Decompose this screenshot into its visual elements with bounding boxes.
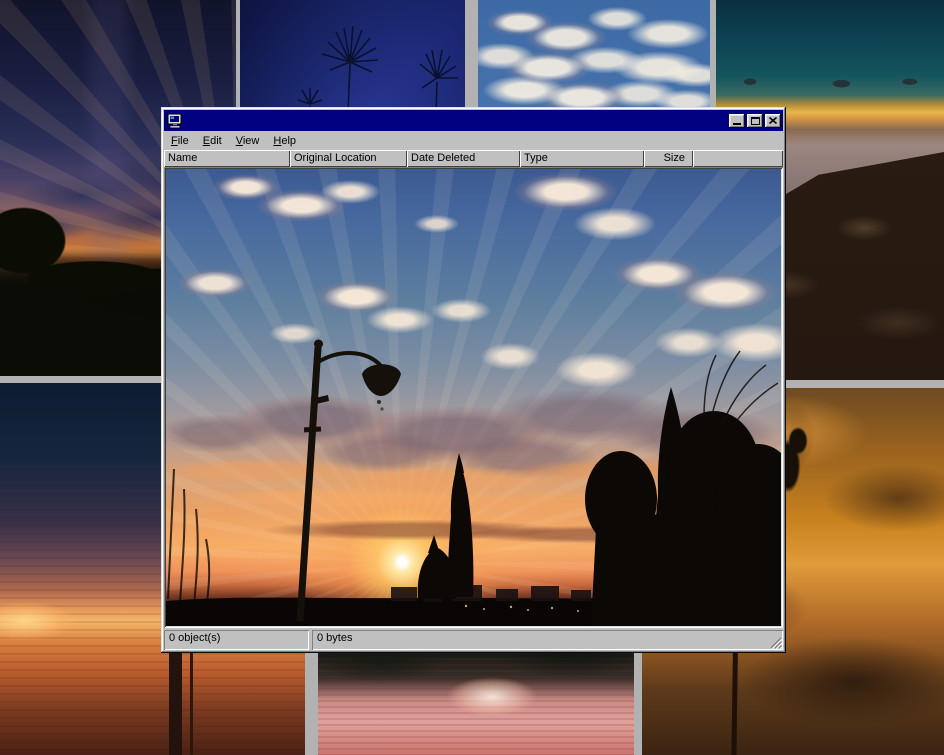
desktop: File Edit View Help Name Original Locati… (0, 0, 944, 755)
title-bar[interactable] (164, 110, 783, 131)
minimize-icon (733, 123, 741, 125)
list-header: Name Original Location Date Deleted Type… (164, 150, 783, 167)
cypress-silhouette (418, 453, 474, 599)
maximize-icon (751, 117, 760, 125)
column-header-date-deleted[interactable]: Date Deleted (407, 150, 520, 167)
street-lamp-silhouette (300, 340, 401, 622)
column-header-filler (693, 150, 783, 167)
menu-edit[interactable]: Edit (203, 135, 222, 147)
computer-icon[interactable] (167, 113, 183, 129)
minimize-button[interactable] (729, 114, 745, 128)
resize-grip[interactable] (769, 636, 782, 649)
status-object-count: 0 object(s) (164, 630, 309, 650)
sunset-lamp-photo (166, 169, 781, 626)
column-header-original-location[interactable]: Original Location (290, 150, 407, 167)
list-viewport[interactable] (164, 167, 783, 628)
column-header-size[interactable]: Size (644, 150, 693, 167)
maximize-button[interactable] (747, 114, 763, 128)
right-trees-silhouette (585, 387, 781, 626)
status-bar: 0 object(s) 0 bytes (164, 630, 783, 650)
menu-view[interactable]: View (236, 135, 260, 147)
silhouette-scene (166, 169, 781, 626)
menu-help[interactable]: Help (273, 135, 296, 147)
column-header-name[interactable]: Name (164, 150, 290, 167)
column-header-type[interactable]: Type (520, 150, 644, 167)
menu-bar: File Edit View Help (164, 131, 783, 150)
recycle-bin-window: File Edit View Help Name Original Locati… (161, 107, 786, 653)
status-total-size: 0 bytes (312, 630, 783, 650)
close-button[interactable] (765, 114, 781, 128)
menu-file[interactable]: File (171, 135, 189, 147)
close-icon (769, 117, 777, 124)
